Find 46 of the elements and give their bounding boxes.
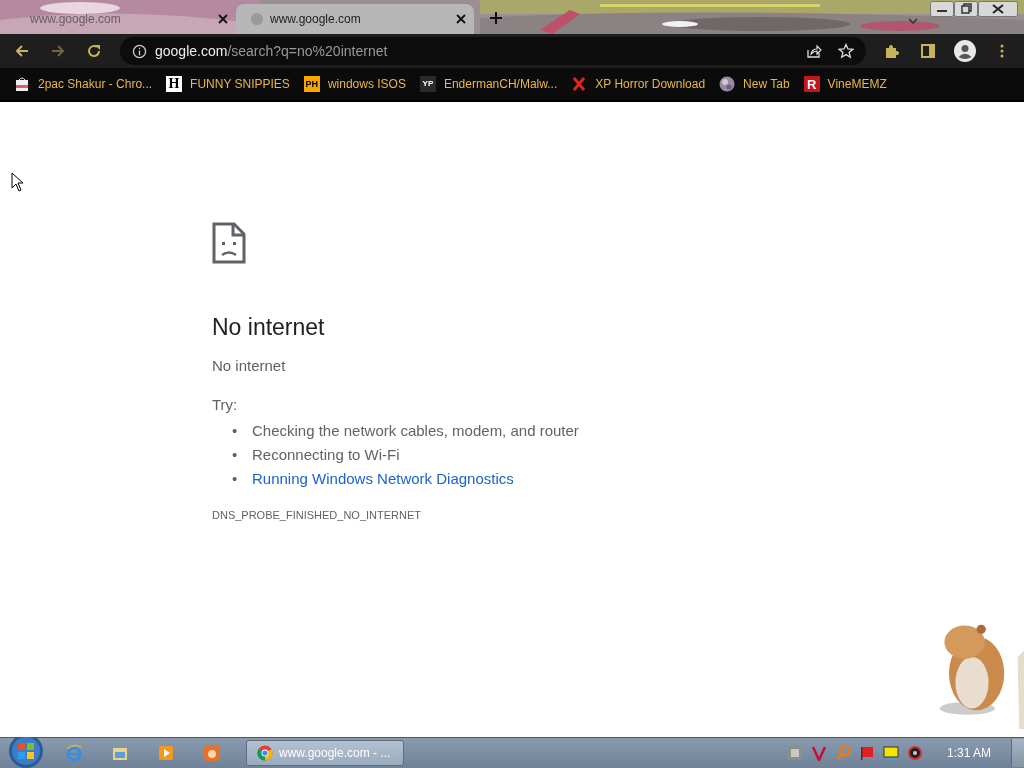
bookmark[interactable]: XP Horror Download: [571, 76, 706, 92]
speaker-icon[interactable]: [906, 745, 923, 761]
close-icon[interactable]: [218, 14, 228, 24]
star-icon[interactable]: [838, 43, 854, 59]
try-label: Try:: [212, 396, 239, 413]
url-text: google.com/search?q=no%20internet: [155, 43, 388, 59]
restore-icon[interactable]: [954, 1, 978, 17]
bookmark[interactable]: R VineMEMZ: [803, 76, 887, 92]
sad-page-icon: [212, 222, 246, 264]
close-icon[interactable]: [978, 1, 1018, 17]
suggestion-text: Checking the network cables, modem, and router: [252, 421, 579, 441]
media-player-icon[interactable]: [156, 743, 176, 763]
bullet: •: [232, 421, 239, 441]
suggestion-text: Reconnecting to Wi-Fi: [252, 445, 400, 465]
new-tab-icon[interactable]: [490, 12, 502, 24]
bookmark[interactable]: PH windows ISOS: [303, 76, 406, 92]
error-message: No internet: [212, 357, 287, 374]
bookmark[interactable]: New Tab: [719, 76, 790, 92]
shopping-bag-icon: [14, 76, 30, 92]
show-desktop-button[interactable]: [1011, 739, 1024, 767]
cursor-icon: [10, 172, 24, 192]
address-bar[interactable]: google.com/search?q=no%20internet: [120, 37, 866, 65]
bookmark[interactable]: YP EndermanCH/Malw...: [419, 76, 558, 92]
bookmark-icon: H: [166, 76, 183, 92]
browser-tab[interactable]: www.google.com: [236, 4, 474, 34]
info-icon[interactable]: [132, 43, 147, 59]
flag-icon[interactable]: [858, 745, 875, 761]
bookmark[interactable]: 2pac Shakur - Chro...: [14, 76, 153, 92]
diagnostics-link[interactable]: Running Windows Network Diagnostics: [252, 467, 514, 491]
app-icon[interactable]: [202, 743, 222, 763]
monitor-icon[interactable]: [882, 745, 899, 761]
share-icon[interactable]: [806, 43, 822, 59]
bullet: •: [232, 445, 239, 465]
chrome-icon: [257, 745, 273, 761]
bullet: •: [232, 469, 239, 489]
bookmark-icon: YP: [419, 76, 436, 92]
close-icon[interactable]: [456, 14, 466, 24]
bookmark[interactable]: H FUNNY SNIPPIES: [166, 76, 290, 92]
minimize-icon[interactable]: [930, 1, 954, 17]
cross-icon: [571, 76, 588, 92]
clock: 1:31 AM: [946, 746, 991, 760]
error-title: No internet: [212, 314, 326, 341]
error-code: DNS_PROBE_FINISHED_NO_INTERNET: [212, 509, 423, 521]
bookmark-icon: PH: [303, 76, 320, 92]
chevron-down-icon[interactable]: [908, 18, 918, 24]
bookmark-icon: R: [803, 76, 820, 92]
